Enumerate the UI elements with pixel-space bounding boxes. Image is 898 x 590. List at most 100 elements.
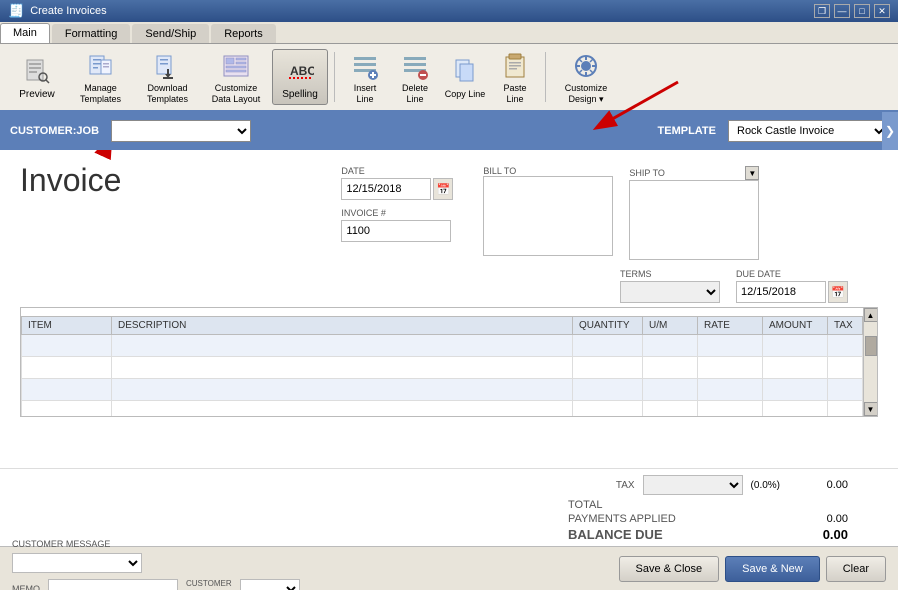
clear-button[interactable]: Clear (826, 556, 886, 582)
row-rate[interactable] (698, 401, 763, 418)
date-calendar-button[interactable]: 📅 (433, 178, 453, 200)
row-description[interactable] (112, 401, 573, 418)
row-item[interactable] (22, 335, 112, 357)
spelling-label: Spelling (282, 89, 318, 100)
customize-design-label: Customize Design ▾ (555, 83, 617, 105)
preview-button[interactable]: Preview (8, 49, 66, 105)
row-quantity[interactable] (573, 335, 643, 357)
row-quantity[interactable] (573, 379, 643, 401)
arrow-1-svg (80, 150, 200, 160)
invoice-number-input[interactable] (341, 220, 451, 242)
save-close-button[interactable]: Save & Close (619, 556, 720, 582)
row-item[interactable] (22, 401, 112, 418)
row-amount[interactable] (763, 401, 828, 418)
col-amount: AMOUNT (763, 317, 828, 335)
row-amount[interactable] (763, 335, 828, 357)
insert-line-icon (350, 52, 380, 80)
row-amount[interactable] (763, 379, 828, 401)
bill-to-textarea[interactable] (483, 176, 613, 256)
preview-label: Preview (19, 89, 55, 100)
ship-to-dropdown-button[interactable]: ▼ (745, 166, 759, 180)
template-label: TEMPLATE (658, 125, 716, 137)
scroll-up-button[interactable]: ▲ (864, 308, 878, 322)
due-date-input[interactable] (736, 281, 826, 303)
invoice-table: ITEM DESCRIPTION QUANTITY U/M RATE AMOUN… (21, 316, 863, 417)
restore-button[interactable]: ❐ (814, 4, 830, 18)
row-tax[interactable] (828, 379, 863, 401)
customer-message-select[interactable] (12, 553, 142, 573)
balance-due-row: BALANCE DUE 0.00 (568, 527, 848, 542)
table-scrollbar[interactable]: ▲ ▼ (863, 308, 877, 416)
customize-data-layout-icon (221, 52, 251, 80)
manage-templates-button[interactable]: Manage Templates (68, 49, 133, 105)
row-tax[interactable] (828, 401, 863, 418)
row-tax[interactable] (828, 357, 863, 379)
customer-job-bar: CUSTOMER:JOB TEMPLATE Rock Castle Invoic… (0, 112, 898, 150)
delete-line-button[interactable]: Delete Line (391, 49, 439, 105)
delete-line-label: Delete Line (394, 83, 436, 105)
row-quantity[interactable] (573, 357, 643, 379)
due-date-calendar-button[interactable]: 📅 (828, 281, 848, 303)
spelling-button[interactable]: ABC Spelling (272, 49, 328, 105)
download-templates-button[interactable]: Download Templates (135, 49, 200, 105)
tab-reports[interactable]: Reports (211, 24, 276, 43)
close-button[interactable]: ✕ (874, 4, 890, 18)
collapse-panel-button[interactable]: ❯ (882, 112, 898, 150)
copy-line-button[interactable]: Copy Line (441, 49, 489, 105)
tab-send-ship[interactable]: Send/Ship (132, 24, 209, 43)
row-description[interactable] (112, 379, 573, 401)
bottom-inputs-row (12, 553, 300, 573)
memo-label: MEMO (12, 584, 40, 590)
row-description[interactable] (112, 335, 573, 357)
memo-row: MEMO CUSTOMERTAX CODE (12, 579, 300, 590)
paste-line-icon (500, 52, 530, 80)
template-select[interactable]: Rock Castle Invoice (728, 120, 888, 142)
paste-line-label: Paste Line (494, 83, 536, 105)
tab-formatting[interactable]: Formatting (52, 24, 131, 43)
insert-line-button[interactable]: Insert Line (341, 49, 389, 105)
customer-job-select[interactable] (111, 120, 251, 142)
tax-label: TAX (616, 480, 635, 491)
row-um[interactable] (643, 357, 698, 379)
maximize-button[interactable]: □ (854, 4, 870, 18)
payments-applied-row: PAYMENTS APPLIED 0.00 (568, 513, 848, 525)
terms-select[interactable] (620, 281, 720, 303)
row-rate[interactable] (698, 357, 763, 379)
row-description[interactable] (112, 357, 573, 379)
customize-data-layout-button[interactable]: Customize Data Layout (202, 49, 270, 105)
row-um[interactable] (643, 379, 698, 401)
tax-percentage: (0.0%) (751, 480, 780, 491)
memo-input[interactable] (48, 579, 178, 590)
row-um[interactable] (643, 335, 698, 357)
invoice-content: Invoice DATE 📅 INVOICE # (0, 150, 898, 590)
copy-line-label: Copy Line (445, 89, 486, 100)
title-bar: 🧾 Create Invoices ❐ — □ ✕ (0, 0, 898, 22)
scroll-thumb[interactable] (865, 336, 877, 356)
footer-totals: TAX (0.0%) 0.00 TOTAL PAYMENTS APPLIED 0… (0, 468, 898, 546)
window-controls: ❐ — □ ✕ (814, 4, 890, 18)
row-rate[interactable] (698, 335, 763, 357)
terms-label: TERMS (620, 269, 720, 279)
date-input[interactable] (341, 178, 431, 200)
col-item: ITEM (22, 317, 112, 335)
download-templates-icon (153, 52, 183, 80)
row-amount[interactable] (763, 357, 828, 379)
customer-tax-code-select[interactable] (240, 579, 300, 590)
save-new-button[interactable]: Save & New (725, 556, 820, 582)
row-item[interactable] (22, 379, 112, 401)
ship-to-textarea[interactable] (629, 180, 759, 260)
row-rate[interactable] (698, 379, 763, 401)
tab-main[interactable]: Main (0, 23, 50, 43)
tax-select[interactable] (643, 475, 743, 495)
row-um[interactable] (643, 401, 698, 418)
col-um: U/M (643, 317, 698, 335)
paste-line-button[interactable]: Paste Line (491, 49, 539, 105)
row-item[interactable] (22, 357, 112, 379)
row-tax[interactable] (828, 335, 863, 357)
minimize-button[interactable]: — (834, 4, 850, 18)
toolbar: Preview Manage Templates (0, 44, 898, 112)
row-quantity[interactable] (573, 401, 643, 418)
bill-to-section: BILL TO (483, 166, 613, 263)
scroll-down-button[interactable]: ▼ (864, 402, 878, 416)
customize-design-button[interactable]: Customize Design ▾ (552, 49, 620, 105)
